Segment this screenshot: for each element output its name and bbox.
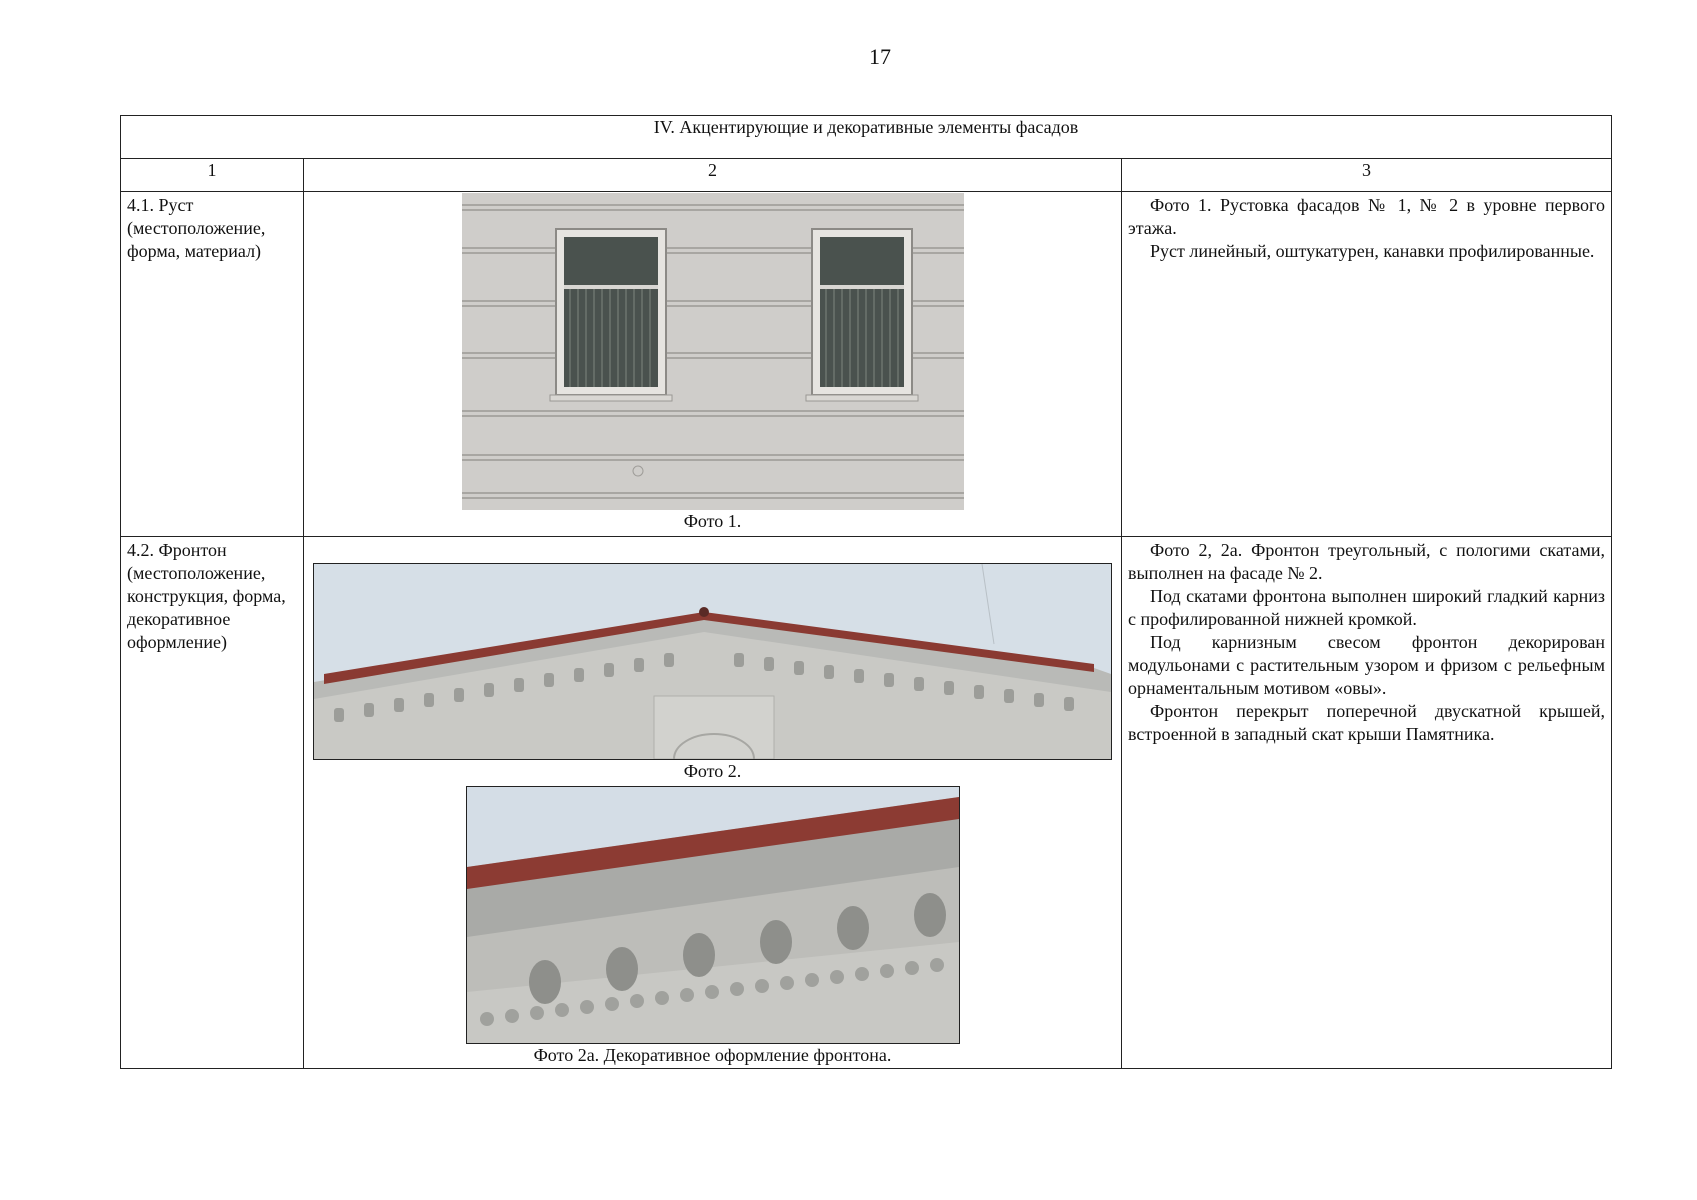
section-header-row: IV. Акцентирующие и декоративные элемент… (120, 115, 1612, 159)
column-number-row: 1 2 3 (120, 158, 1612, 192)
table-row: 4.2. Фронтон (местоположение, конструкци… (120, 536, 1612, 1069)
row-label: 4.2. Фронтон (местоположение, конструкци… (120, 536, 304, 1069)
section-title: IV. Акцентирующие и декоративные элемент… (120, 115, 1612, 159)
pediment-detail-photo (465, 786, 960, 1044)
description-paragraph: Фото 2, 2а. Фронтон треугольный, с полог… (1128, 540, 1605, 583)
page-number: 17 (869, 44, 891, 69)
pediment-photo (313, 563, 1112, 760)
description-paragraph: Фронтон перекрыт поперечной двускатной к… (1128, 701, 1605, 744)
column-number: 2 (303, 158, 1122, 192)
photo-cell: Фото 2. Фото 2а. Декоративное оформление… (303, 536, 1122, 1069)
row-description: Фото 2, 2а. Фронтон треугольный, с полог… (1121, 536, 1612, 1069)
row-description: Фото 1. Рустовка фасадов № 1, № 2 в уров… (1121, 191, 1612, 537)
column-number: 3 (1121, 158, 1612, 192)
description-paragraph: Под карнизным свесом фронтон декорирован… (1128, 632, 1605, 698)
description-paragraph: Под скатами фронтона выполнен широкий гл… (1128, 586, 1605, 629)
photo-caption: Фото 2. (683, 761, 742, 781)
photo-cell: Фото 1. (303, 191, 1122, 537)
column-number: 1 (120, 158, 304, 192)
description-paragraph: Фото 1. Рустовка фасадов № 1, № 2 в уров… (1128, 195, 1605, 238)
photo-caption: Фото 2а. Декоративное оформление фронтон… (533, 1045, 892, 1065)
row-label: 4.1. Руст (местоположение, форма, матери… (120, 191, 304, 537)
description-paragraph: Руст линейный, оштукатурен, канавки проф… (1150, 241, 1595, 261)
facade-elements-table: IV. Акцентирующие и декоративные элемент… (120, 115, 1612, 1069)
rustication-photo (461, 193, 964, 510)
photo-caption: Фото 1. (683, 511, 742, 531)
table-row: 4.1. Руст (местоположение, форма, матери… (120, 191, 1612, 537)
